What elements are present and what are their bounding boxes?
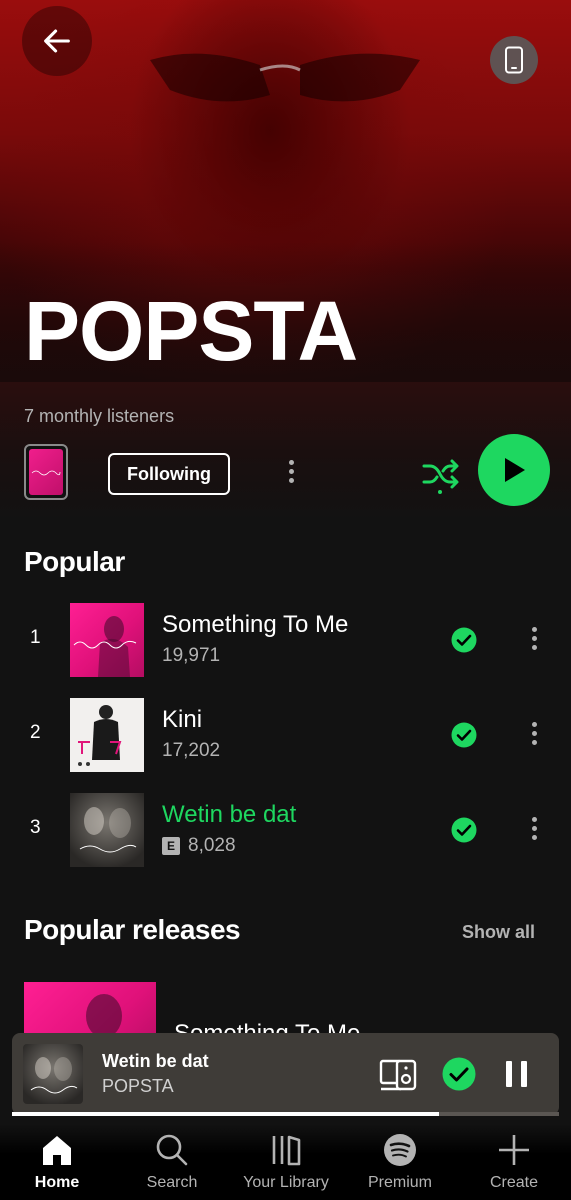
following-button[interactable]: Following	[108, 453, 230, 495]
artist-name: POPSTA	[24, 284, 358, 378]
nav-search-label: Search	[146, 1174, 198, 1191]
nav-create-label: Create	[489, 1174, 539, 1191]
nav-create[interactable]: Create	[459, 1132, 569, 1192]
track-title: Kini	[162, 706, 203, 733]
pause-icon[interactable]	[502, 1059, 532, 1089]
nav-library-label: Your Library	[243, 1174, 329, 1191]
device-button[interactable]	[490, 36, 538, 84]
shuffle-icon[interactable]	[420, 454, 460, 494]
track-row[interactable]: 3 Wetin be dat E 8,028	[0, 793, 571, 867]
more-vertical-icon[interactable]	[524, 718, 544, 752]
nav-premium[interactable]: Premium	[345, 1132, 455, 1192]
play-count: 19,971	[162, 645, 221, 666]
home-icon	[43, 1136, 71, 1165]
playback-progress-fill	[12, 1112, 439, 1116]
playback-progress[interactable]	[12, 1112, 559, 1116]
now-playing-cover	[23, 1044, 83, 1104]
nav-home-label: Home	[34, 1174, 80, 1191]
now-playing-artist: POPSTA	[102, 1076, 174, 1096]
nav-search[interactable]: Search	[117, 1132, 227, 1192]
play-count: 8,028	[188, 835, 236, 856]
more-vertical-icon[interactable]	[524, 813, 544, 847]
more-vertical-icon[interactable]	[524, 623, 544, 657]
track-rank: 1	[30, 627, 41, 648]
track-plays: 19,971	[162, 645, 220, 667]
play-button[interactable]	[478, 434, 550, 506]
check-circle-icon[interactable]	[451, 722, 477, 748]
sunglasses-shape	[150, 53, 420, 102]
artist-cover-thumbnail[interactable]	[24, 444, 68, 500]
nav-home[interactable]: Home	[2, 1132, 112, 1192]
more-options-icon[interactable]	[281, 456, 301, 490]
speaker-device-icon[interactable]	[379, 1057, 419, 1093]
plus-icon	[499, 1135, 529, 1165]
track-title: Wetin be dat	[162, 801, 297, 828]
track-rank: 2	[30, 722, 41, 743]
track-cover	[70, 793, 144, 867]
search-icon	[156, 1134, 188, 1166]
nav-premium-label: Premium	[367, 1174, 432, 1191]
cover-art	[29, 449, 63, 495]
play-count: 17,202	[162, 740, 221, 761]
library-icon	[272, 1135, 301, 1166]
track-plays: E 8,028	[162, 835, 236, 857]
track-plays: 17,202	[162, 740, 220, 762]
check-circle-icon[interactable]	[442, 1057, 476, 1091]
mini-player[interactable]: Wetin be dat POPSTA	[12, 1033, 559, 1115]
track-rank: 3	[30, 817, 41, 838]
show-all-link[interactable]: Show all	[462, 922, 535, 943]
track-row[interactable]: 1 Something To Me 19,971	[0, 603, 571, 677]
track-row[interactable]: 2 Kini 17,202	[0, 698, 571, 772]
nav-library[interactable]: Your Library	[231, 1132, 341, 1192]
now-playing-title: Wetin be dat	[102, 1051, 209, 1071]
check-circle-icon[interactable]	[451, 817, 477, 843]
check-circle-icon[interactable]	[451, 627, 477, 653]
play-icon	[505, 458, 525, 482]
explicit-badge: E	[162, 837, 180, 855]
monthly-listeners: 7 monthly listeners	[24, 406, 175, 426]
popular-releases-heading: Popular releases	[24, 914, 241, 945]
back-button[interactable]	[22, 6, 92, 76]
spotify-logo-icon	[384, 1134, 416, 1166]
bottom-navigation: Home Search Your Library Premium Create	[0, 1124, 571, 1200]
phone-device-icon	[505, 46, 523, 74]
track-title: Something To Me	[162, 611, 349, 638]
popular-heading: Popular	[24, 546, 125, 577]
arrow-left-icon	[44, 29, 70, 53]
track-cover	[70, 603, 144, 677]
track-cover	[70, 698, 144, 772]
